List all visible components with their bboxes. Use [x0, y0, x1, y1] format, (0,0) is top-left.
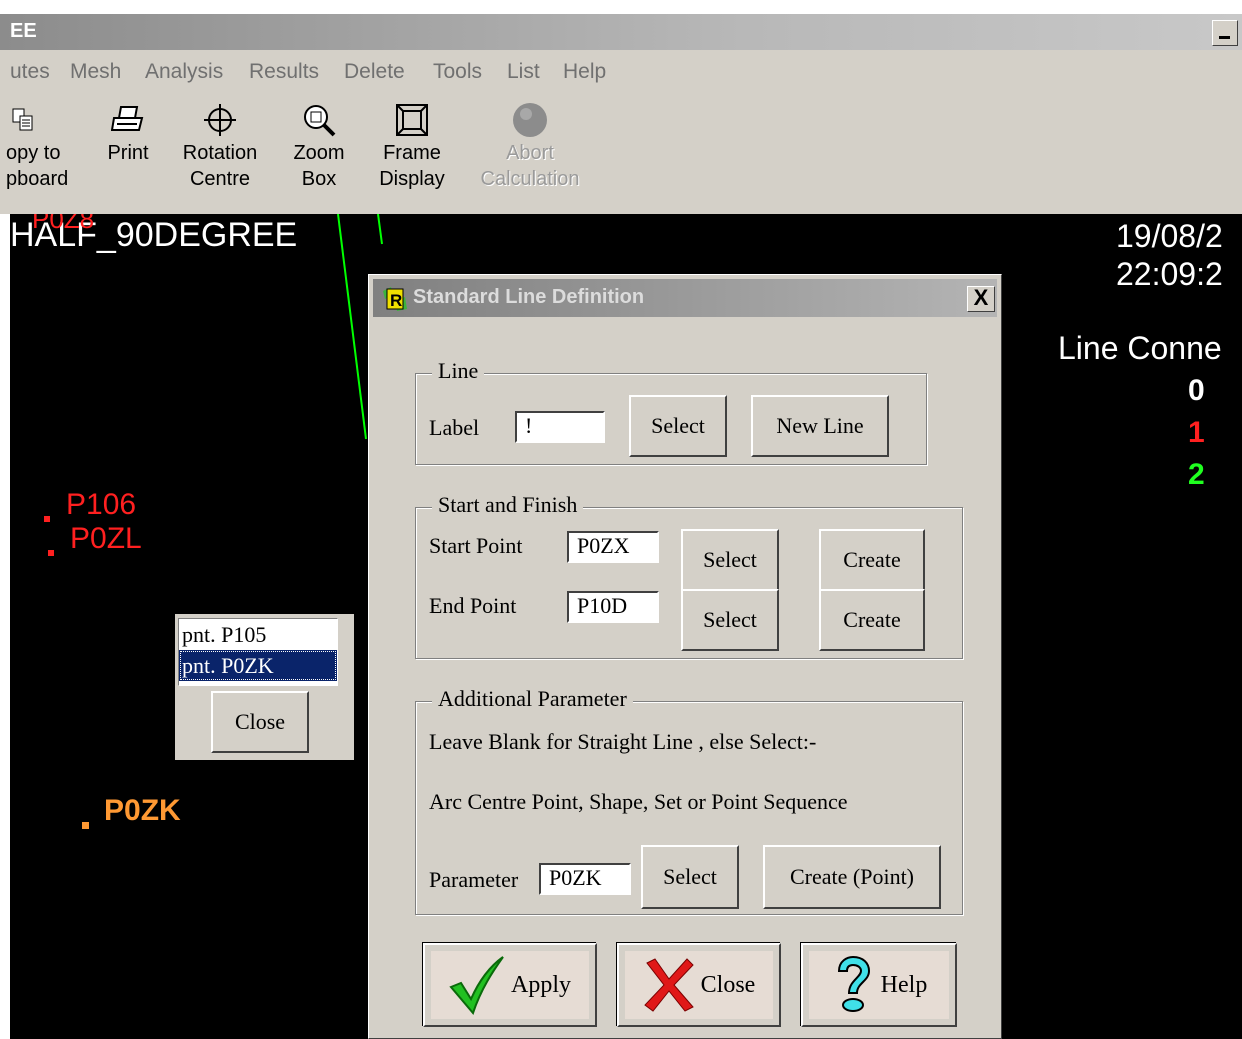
frame-display-label: Frame Display: [379, 142, 445, 190]
date-readout: 19/08/2: [1116, 218, 1223, 254]
line-group-legend: Line: [432, 358, 485, 384]
abort-calculation-label: Abort Calculation: [480, 142, 580, 190]
start-point-label: Start Point: [429, 533, 523, 558]
apply-button[interactable]: Apply: [423, 943, 597, 1027]
parameter-input[interactable]: P0ZK: [539, 863, 631, 895]
menu-tools[interactable]: Tools: [433, 60, 482, 84]
window-title-bar[interactable]: EE: [0, 14, 1242, 50]
menu-delete[interactable]: Delete: [344, 60, 405, 84]
popup-close-button[interactable]: Close: [211, 691, 309, 753]
stop-circle-icon: [470, 100, 590, 140]
end-point-label: End Point: [429, 593, 517, 618]
point-label-p106: P106: [66, 488, 137, 521]
abort-calculation-button[interactable]: Abort Calculation: [470, 100, 590, 192]
apply-label: Apply: [511, 971, 571, 998]
end-point-select-button[interactable]: Select: [681, 589, 779, 651]
copy-icon: [4, 100, 84, 140]
rotation-centre-label: Rotation Centre: [182, 142, 258, 190]
close-label: Close: [700, 971, 756, 998]
legend-title: Line Conne: [1058, 330, 1222, 366]
rotation-centre-button[interactable]: Rotation Centre: [172, 100, 268, 192]
menu-analysis[interactable]: Analysis: [145, 60, 223, 84]
time-readout: 22:09:2: [1116, 256, 1223, 292]
close-button[interactable]: Close: [617, 943, 781, 1027]
help-label: Help: [880, 971, 928, 998]
frame-icon: [372, 100, 452, 140]
dialog-title-bar[interactable]: R Standard Line Definition X: [373, 279, 997, 317]
copy-to-clipboard-label: opy to pboard: [6, 142, 69, 190]
end-point-create-button[interactable]: Create: [819, 589, 925, 651]
end-point-input[interactable]: P10D: [567, 591, 659, 623]
overlap-point-label: P0Z8: [32, 214, 95, 234]
start-point-create-button[interactable]: Create: [819, 529, 925, 591]
checkmark-icon: [449, 956, 504, 1015]
window-title: EE: [10, 20, 37, 42]
legend-item-1: 1: [1188, 416, 1205, 449]
dialog-close-button[interactable]: X: [967, 286, 995, 312]
parameter-hint-2: Arc Centre Point, Shape, Set or Point Se…: [429, 789, 848, 814]
crosshair-icon: [172, 100, 268, 140]
parameter-select-button[interactable]: Select: [641, 845, 739, 909]
start-point-input[interactable]: P0ZX: [567, 531, 659, 563]
standard-line-definition-dialog: R Standard Line Definition X Line Label …: [368, 274, 1002, 1039]
menu-help[interactable]: Help: [563, 60, 606, 84]
question-mark-icon: [837, 955, 870, 1012]
zoom-box-button[interactable]: Zoom Box: [284, 100, 354, 192]
magnifier-icon: [284, 100, 354, 140]
menu-attributes[interactable]: utes: [10, 60, 50, 84]
label-field-label: Label: [429, 415, 480, 440]
start-finish-legend: Start and Finish: [432, 492, 584, 518]
menu-bar: utes Mesh Analysis Results Delete Tools …: [0, 50, 1242, 92]
point-pick-list[interactable]: pnt. P105 pnt. P0ZK: [178, 618, 338, 686]
print-button[interactable]: Print: [98, 100, 158, 166]
menu-list[interactable]: List: [507, 60, 540, 84]
parameter-label: Parameter: [429, 867, 519, 892]
zoom-box-label: Zoom Box: [293, 142, 345, 190]
legend-item-0: 0: [1188, 374, 1205, 407]
toolbar: opy to pboard Print Rotation Centre Zoom…: [0, 92, 1242, 214]
menu-results[interactable]: Results: [249, 60, 319, 84]
point-label-p0zk: P0ZK: [104, 794, 181, 827]
printer-icon: [98, 100, 158, 140]
line-select-button[interactable]: Select: [629, 395, 727, 457]
menu-mesh[interactable]: Mesh: [70, 60, 121, 84]
print-label: Print: [107, 142, 149, 164]
start-point-select-button[interactable]: Select: [681, 529, 779, 591]
svg-text:R: R: [390, 291, 402, 310]
minimize-button[interactable]: [1212, 20, 1238, 46]
point-marker: [44, 516, 50, 522]
point-marker: [48, 550, 54, 556]
label-input[interactable]: !: [515, 411, 605, 443]
additional-parameter-legend: Additional Parameter: [432, 686, 633, 712]
create-point-button[interactable]: Create (Point): [763, 845, 941, 909]
point-marker: [82, 822, 89, 829]
list-item[interactable]: pnt. P105: [179, 619, 337, 650]
point-pick-popup: pnt. P105 pnt. P0ZK Close: [175, 614, 354, 760]
copy-to-clipboard-button[interactable]: opy to pboard: [4, 100, 84, 192]
frame-display-button[interactable]: Frame Display: [372, 100, 452, 192]
point-label-p0zl: P0ZL: [70, 522, 142, 555]
app-icon: R: [383, 287, 407, 311]
parameter-hint-1: Leave Blank for Straight Line , else Sel…: [429, 729, 817, 754]
red-x-icon: [643, 958, 694, 1012]
legend-item-2: 2: [1188, 458, 1205, 491]
help-button[interactable]: Help: [801, 943, 957, 1027]
new-line-button[interactable]: New Line: [751, 395, 889, 457]
list-item-selected[interactable]: pnt. P0ZK: [179, 650, 337, 681]
dialog-title: Standard Line Definition: [413, 286, 645, 308]
